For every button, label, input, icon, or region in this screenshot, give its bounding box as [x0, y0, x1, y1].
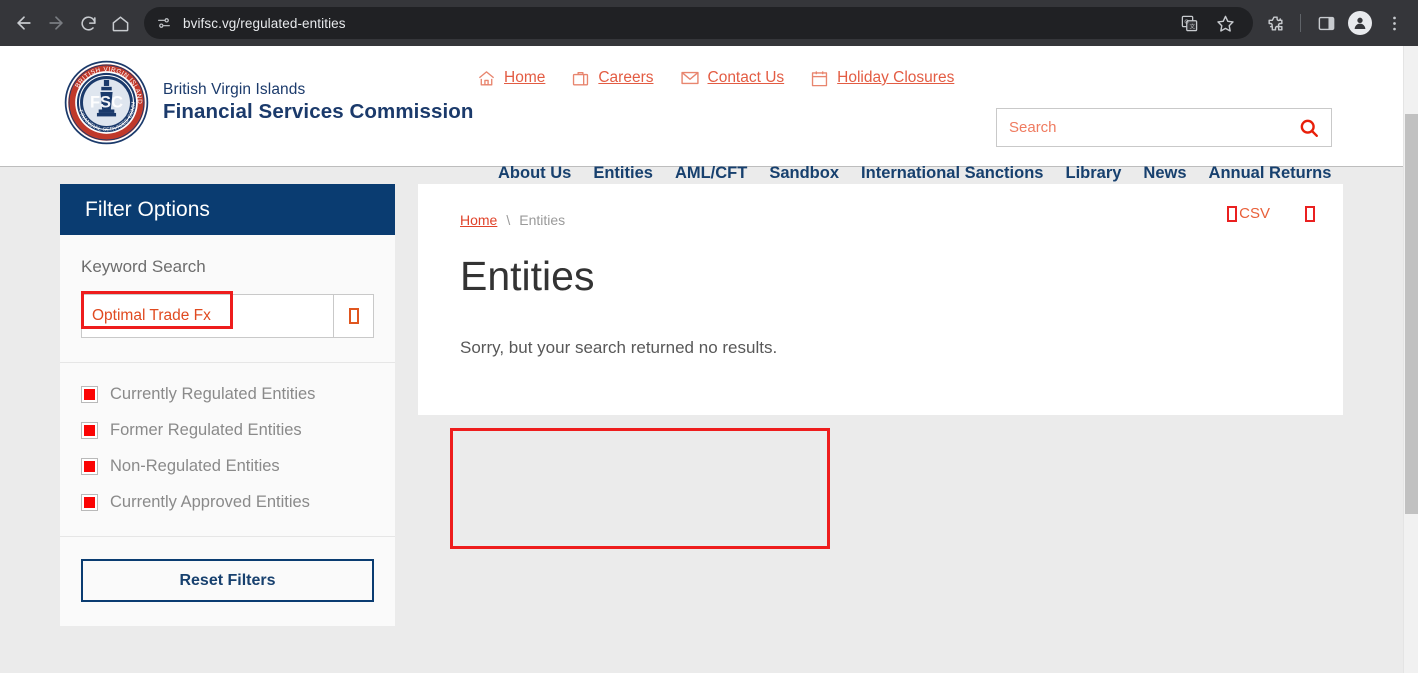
- page-title: Entities: [460, 253, 595, 299]
- filter-label: Former Regulated Entities: [110, 421, 302, 439]
- breadcrumb-item-entities: Entities: [519, 212, 566, 228]
- side-panel-icon[interactable]: [1310, 7, 1342, 39]
- address-bar[interactable]: bvifsc.vg/regulated-entities G 文: [144, 7, 1253, 39]
- checkbox[interactable]: [81, 422, 98, 439]
- briefcase-icon: [571, 69, 590, 88]
- checkbox[interactable]: [81, 458, 98, 475]
- svg-text:G: G: [1184, 19, 1188, 25]
- keyword-search-section: Keyword Search: [60, 235, 395, 362]
- bookmark-star-icon[interactable]: [1209, 7, 1241, 39]
- chrome-menu-icon[interactable]: [1378, 7, 1410, 39]
- site-header: FSC BRITISH VIRGIN ISLANDS FINANCIAL SER…: [0, 46, 1418, 182]
- utility-nav-label: Home: [504, 69, 546, 86]
- home-button[interactable]: [104, 7, 136, 39]
- keyword-search-input[interactable]: [82, 295, 333, 337]
- filter-label: Currently Regulated Entities: [110, 385, 316, 403]
- scrollbar-thumb[interactable]: [1405, 114, 1418, 514]
- breadcrumb-item-home[interactable]: Home: [460, 212, 497, 228]
- avatar: [1348, 11, 1372, 35]
- export-tools: CSV: [1227, 206, 1315, 222]
- annotation-results-highlight: [450, 428, 830, 549]
- bvifsc-seal-icon: FSC BRITISH VIRGIN ISLANDS FINANCIAL SER…: [63, 59, 149, 145]
- filter-options-header: Filter Options: [60, 184, 395, 235]
- breadcrumb-separator: \: [506, 212, 511, 228]
- reset-filters-section: Reset Filters: [60, 536, 395, 626]
- translate-icon[interactable]: G 文: [1173, 7, 1205, 39]
- utility-nav-item-careers[interactable]: Careers: [571, 69, 654, 88]
- utility-nav-item-home[interactable]: Home: [477, 69, 545, 88]
- missing-glyph-icon: [1227, 206, 1238, 222]
- export-csv-label: CSV: [1239, 205, 1270, 222]
- no-results-message: Sorry, but your search returned no resul…: [460, 338, 778, 357]
- page-viewport: FSC BRITISH VIRGIN ISLANDS FINANCIAL SER…: [0, 46, 1418, 673]
- filter-former-regulated-entities[interactable]: Former Regulated Entities: [81, 421, 374, 440]
- forward-button[interactable]: [40, 7, 72, 39]
- header-search[interactable]: [996, 108, 1332, 147]
- chrome-right-controls: [1259, 7, 1410, 39]
- calendar-icon: [810, 69, 829, 88]
- utility-nav-label: Careers: [598, 69, 654, 86]
- export-csv-button[interactable]: CSV: [1227, 206, 1270, 222]
- envelope-icon: [680, 68, 700, 88]
- toolbar-divider: [1300, 14, 1301, 32]
- profile-button[interactable]: [1344, 7, 1376, 39]
- results-block: Entities Sorry, but your search returned…: [460, 256, 777, 358]
- export-print-button[interactable]: [1305, 206, 1315, 222]
- entity-type-filters: Currently Regulated Entities Former Regu…: [60, 362, 395, 536]
- omnibox-actions: G 文: [1173, 7, 1241, 39]
- filter-options-title: Filter Options: [85, 197, 210, 221]
- site-logo[interactable]: FSC BRITISH VIRGIN ISLANDS FINANCIAL SER…: [63, 59, 474, 146]
- filter-non-regulated-entities[interactable]: Non-Regulated Entities: [81, 457, 374, 476]
- keyword-search-label: Keyword Search: [81, 257, 206, 276]
- body-area: Filter Options Keyword Search Cur: [0, 167, 1418, 673]
- utility-nav: Home Careers Contact Us Holiday Closures: [477, 68, 954, 88]
- checkbox[interactable]: [81, 386, 98, 403]
- reset-filters-button[interactable]: Reset Filters: [81, 559, 374, 602]
- svg-text:FSC: FSC: [90, 93, 123, 112]
- missing-glyph-icon: [348, 308, 359, 324]
- breadcrumb: Home \ Entities: [460, 212, 565, 228]
- extensions-icon[interactable]: [1259, 7, 1291, 39]
- logo-text: British Virgin Islands Financial Service…: [163, 81, 474, 124]
- utility-nav-item-contact-us[interactable]: Contact Us: [680, 68, 785, 88]
- url-text: bvifsc.vg/regulated-entities: [183, 15, 346, 31]
- filter-label: Currently Approved Entities: [110, 493, 310, 511]
- filter-currently-regulated-entities[interactable]: Currently Regulated Entities: [81, 385, 374, 404]
- vertical-scrollbar[interactable]: [1403, 46, 1418, 673]
- entities-results-card: Home \ Entities CSV Entities Sorry, but …: [418, 184, 1343, 415]
- utility-nav-item-holiday-closures[interactable]: Holiday Closures: [810, 69, 954, 88]
- search-input[interactable]: [997, 109, 1287, 146]
- back-button[interactable]: [8, 7, 40, 39]
- checkbox[interactable]: [81, 494, 98, 511]
- reload-button[interactable]: [72, 7, 104, 39]
- search-submit-button[interactable]: [1287, 109, 1331, 146]
- filter-label: Non-Regulated Entities: [110, 457, 280, 475]
- utility-nav-label: Contact Us: [707, 69, 785, 86]
- filter-currently-approved-entities[interactable]: Currently Approved Entities: [81, 493, 374, 512]
- filter-sidebar: Filter Options Keyword Search Cur: [60, 184, 395, 626]
- site-info-icon[interactable]: [154, 13, 174, 33]
- browser-toolbar: bvifsc.vg/regulated-entities G 文: [0, 0, 1418, 46]
- keyword-search-button[interactable]: [333, 294, 374, 338]
- logo-line-2: Financial Services Commission: [163, 100, 474, 123]
- logo-line-1: British Virgin Islands: [163, 81, 306, 98]
- utility-nav-label: Holiday Closures: [837, 69, 955, 86]
- missing-glyph-icon: [1305, 206, 1315, 222]
- keyword-search-row: [81, 291, 374, 338]
- keyword-input-wrap[interactable]: [81, 294, 333, 338]
- home-icon: [477, 69, 496, 88]
